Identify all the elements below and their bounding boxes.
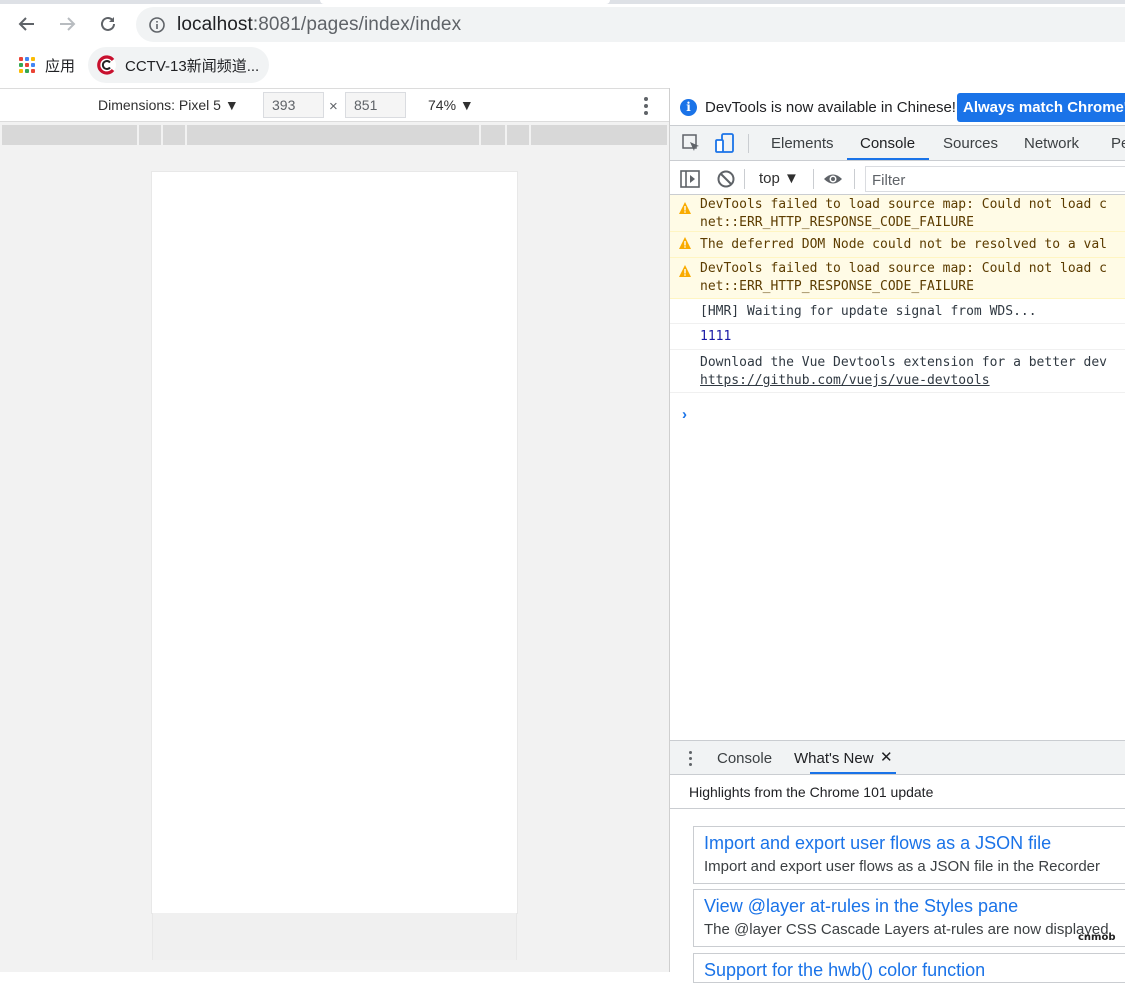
console-warning[interactable]: The deferred DOM Node could not be resol… — [670, 232, 1125, 258]
url-path: :8081/pages/index/index — [252, 13, 462, 35]
tab-network[interactable]: Network — [1024, 135, 1079, 152]
device-toolbar-more-icon[interactable] — [644, 97, 648, 115]
dimensions-dropdown[interactable]: Dimensions: Pixel 5 ▼ — [98, 97, 239, 113]
drawer-more-icon[interactable] — [689, 751, 693, 769]
sidebar-toggle-icon[interactable] — [680, 169, 700, 189]
device-toolbar: Dimensions: Pixel 5 ▼ 393 × 851 74% ▼ — [0, 89, 669, 122]
feature-description: Import and export user flows as a JSON f… — [704, 858, 1101, 875]
browser-chrome: localhost:8081/pages/index/index 应用 CCTV… — [0, 0, 1125, 88]
feature-card[interactable]: View @layer at-rules in the Styles pane … — [693, 889, 1125, 947]
info-circle-icon[interactable] — [149, 16, 165, 33]
height-input[interactable]: 851 — [345, 92, 406, 118]
tab-strip — [0, 0, 1125, 4]
clear-console-icon[interactable] — [716, 169, 736, 189]
tab-sources[interactable]: Sources — [943, 135, 998, 152]
close-icon[interactable]: ✕ — [880, 748, 893, 766]
reload-icon — [101, 16, 115, 31]
console-toolbar-separator — [744, 169, 745, 189]
apps-grid-icon — [19, 57, 35, 73]
warning-icon — [679, 237, 691, 249]
reload-button[interactable] — [94, 10, 122, 38]
console-warning[interactable]: DevTools failed to load source map: Coul… — [670, 195, 1125, 232]
console-log-number[interactable]: 1111 — [670, 324, 1125, 350]
device-toggle-icon[interactable] — [715, 133, 735, 153]
context-selector[interactable]: top ▼ — [759, 170, 799, 187]
devtools-panel: i DevTools is now available in Chinese! … — [670, 88, 1125, 983]
message-text: DevTools failed to load source map: Coul… — [700, 197, 1107, 212]
inspect-element-icon[interactable] — [681, 133, 701, 153]
cctv-logo-icon — [97, 55, 117, 75]
feature-card[interactable]: Support for the hwb() color function — [693, 953, 1125, 983]
always-match-button[interactable]: Always match Chrome's — [957, 93, 1125, 122]
message-text: DevTools failed to load source map: Coul… — [700, 261, 1107, 276]
tab-console[interactable]: Console — [860, 135, 915, 152]
message-text: net::ERR_HTTP_RESPONSE_CODE_FAILURE — [700, 215, 974, 230]
feature-title[interactable]: View @layer at-rules in the Styles pane — [704, 896, 1125, 917]
feature-title[interactable]: Import and export user flows as a JSON f… — [704, 833, 1125, 854]
devtools-tabbar: Elements Console Sources Network Pe — [670, 126, 1125, 161]
feature-title[interactable]: Support for the hwb() color function — [704, 960, 1125, 981]
feature-card[interactable]: Import and export user flows as a JSON f… — [693, 826, 1125, 884]
language-infobar: i DevTools is now available in Chinese! … — [670, 88, 1125, 126]
console-messages: DevTools failed to load source map: Coul… — [670, 195, 1125, 393]
drawer-tabbar: Console What's New ✕ — [670, 740, 1125, 775]
whats-new-header: Highlights from the Chrome 101 update — [670, 775, 1125, 809]
message-text: The deferred DOM Node could not be resol… — [700, 237, 1107, 252]
bookmark-cctv-label: CCTV-13新闻频道... — [125, 57, 260, 75]
infobar-text: DevTools is now available in Chinese! — [705, 99, 956, 116]
bookmark-apps-label: 应用 — [45, 57, 76, 75]
live-expression-eye-icon[interactable] — [823, 169, 843, 189]
console-log[interactable]: Download the Vue Devtools extension for … — [670, 350, 1125, 393]
console-toolbar-separator — [813, 169, 814, 189]
media-query-ruler[interactable] — [2, 125, 667, 145]
message-text: 1111 — [700, 329, 732, 344]
width-input[interactable]: 393 — [263, 92, 324, 118]
console-log[interactable]: [HMR] Waiting for update signal from WDS… — [670, 299, 1125, 324]
warning-icon — [679, 265, 691, 277]
highlights-text: Highlights from the Chrome 101 update — [689, 784, 934, 800]
active-tab-indicator — [847, 158, 929, 160]
back-button[interactable] — [13, 10, 41, 38]
active-drawer-tab-indicator — [810, 772, 896, 774]
message-text: Download the Vue Devtools extension for … — [700, 355, 1107, 370]
address-bar[interactable]: localhost:8081/pages/index/index — [136, 7, 1125, 42]
console-toolbar: top ▼ Filter — [670, 162, 1125, 195]
vue-devtools-link[interactable]: https://github.com/vuejs/vue-devtools — [700, 373, 990, 388]
drawer-tab-console[interactable]: Console — [717, 750, 772, 767]
drawer-tab-whats-new[interactable]: What's New — [794, 750, 874, 767]
watermark-logo: cnmob — [1078, 932, 1116, 943]
device-emulation-pane: Dimensions: Pixel 5 ▼ 393 × 851 74% ▼ — [0, 88, 669, 972]
feature-description: The @layer CSS Cascade Layers at-rules a… — [704, 921, 1109, 938]
tab-elements[interactable]: Elements — [771, 135, 834, 152]
forward-button[interactable] — [53, 10, 81, 38]
url-text[interactable]: localhost:8081/pages/index/index — [177, 14, 461, 36]
console-filter-input[interactable]: Filter — [865, 166, 1125, 192]
bookmark-apps[interactable]: 应用 — [19, 55, 75, 76]
info-icon: i — [680, 99, 697, 116]
active-tab-edge[interactable] — [320, 0, 610, 4]
url-host: localhost — [177, 13, 253, 35]
forward-arrow-icon — [60, 17, 76, 31]
dimension-separator: × — [329, 98, 338, 115]
message-text: net::ERR_HTTP_RESPONSE_CODE_FAILURE — [700, 279, 974, 294]
console-toolbar-separator — [854, 169, 855, 189]
back-arrow-icon — [18, 17, 34, 31]
viewport-resize-handle[interactable] — [152, 913, 517, 960]
tabbar-separator — [748, 134, 749, 153]
tab-performance[interactable]: Pe — [1111, 135, 1125, 152]
console-prompt[interactable]: › — [682, 406, 687, 423]
emulated-viewport[interactable] — [152, 172, 517, 913]
console-warning[interactable]: DevTools failed to load source map: Coul… — [670, 258, 1125, 299]
bookmark-cctv[interactable]: CCTV-13新闻频道... — [88, 47, 270, 83]
bookmarks-bar: 应用 CCTV-13新闻频道... — [0, 46, 1125, 84]
warning-icon — [679, 202, 691, 214]
zoom-dropdown[interactable]: 74% ▼ — [428, 97, 474, 113]
message-text: [HMR] Waiting for update signal from WDS… — [700, 304, 1037, 319]
